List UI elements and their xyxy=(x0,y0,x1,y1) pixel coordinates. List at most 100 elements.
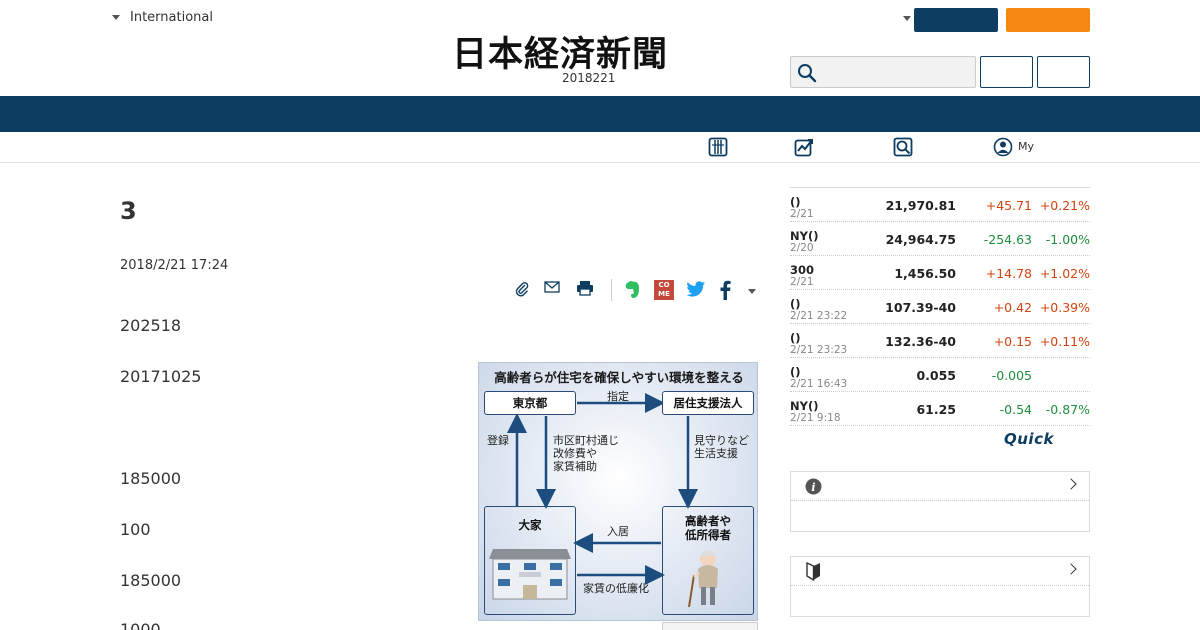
market-percent: +0.39% xyxy=(1039,300,1090,315)
market-change: +0.15 xyxy=(993,334,1032,349)
market-name: () xyxy=(790,297,801,311)
market-value: 1,456.50 xyxy=(894,266,956,281)
market-time: 2/21 23:22 xyxy=(790,310,848,322)
user-circle-icon[interactable] xyxy=(993,137,1013,157)
market-name: NY() xyxy=(790,229,819,243)
label-register: 登録 xyxy=(487,434,509,447)
market-change: -0.005 xyxy=(991,368,1032,383)
chart-icon[interactable] xyxy=(794,137,814,157)
market-row[interactable]: () 2/21 21,970.81 +45.71 +0.21% xyxy=(790,188,1090,222)
market-row[interactable]: () 2/21 16:43 0.055 -0.005 xyxy=(790,358,1090,392)
search-input[interactable] xyxy=(790,56,976,88)
market-change: -0.54 xyxy=(999,402,1032,417)
market-row[interactable]: NY() 2/21 9:18 61.25 -0.54 -0.87% xyxy=(790,392,1090,426)
article-headline: 3 xyxy=(120,197,137,225)
market-name: NY() xyxy=(790,399,819,413)
label-support-line1: 見守りなど xyxy=(694,434,749,447)
twitter-icon[interactable] xyxy=(686,281,706,298)
market-row[interactable]: NY() 2/20 24,964.75 -254.63 -1.00% xyxy=(790,222,1090,256)
market-row[interactable]: () 2/21 23:22 107.39-40 +0.42 +0.39% xyxy=(790,290,1090,324)
box-owner: 大家 xyxy=(484,506,576,615)
region-selector[interactable]: International xyxy=(112,10,213,25)
article-paragraph: 202518 xyxy=(120,316,182,335)
market-value: 61.25 xyxy=(916,402,956,417)
region-label: International xyxy=(130,10,213,25)
box-elderly-line1: 高齢者や xyxy=(685,514,731,528)
market-value: 107.39-40 xyxy=(885,300,956,315)
grid-icon[interactable] xyxy=(708,137,728,157)
chevron-down-icon[interactable] xyxy=(903,16,911,21)
market-time: 2/21 23:23 xyxy=(790,344,848,356)
print-icon[interactable] xyxy=(576,280,594,296)
search-icon xyxy=(798,64,817,83)
mail-icon[interactable] xyxy=(544,280,560,294)
come-icon[interactable]: CO ME xyxy=(654,280,674,300)
label-support-line2: 生活支援 xyxy=(694,447,738,460)
chevron-right-icon xyxy=(1065,478,1077,490)
share-divider xyxy=(611,279,612,301)
article-paragraph: 185000 xyxy=(120,469,182,488)
beginner-panel[interactable] xyxy=(790,556,1090,617)
header-outline-button-2[interactable] xyxy=(1037,56,1090,88)
market-row[interactable]: 300 2/21 1,456.50 +14.78 +1.02% xyxy=(790,256,1090,290)
market-row[interactable]: () 2/21 23:23 132.36-40 +0.15 +0.11% xyxy=(790,324,1090,358)
label-subsidy: 市区町村通じ 改修費や 家賃補助 xyxy=(553,434,619,473)
article-figure[interactable]: 高齢者らが住宅を確保しやすい環境を整える 東京都 居住支援法人 大家 高齢者や … xyxy=(478,362,758,621)
market-change: +0.42 xyxy=(993,300,1032,315)
market-percent: -1.00% xyxy=(1045,232,1090,247)
info-panel[interactable]: i xyxy=(790,471,1090,532)
quick-logo[interactable]: Quick xyxy=(1004,430,1054,448)
beginner-panel-header[interactable] xyxy=(791,557,1089,586)
subscribe-button[interactable] xyxy=(1006,8,1090,32)
figure-expand-tab[interactable] xyxy=(662,622,758,630)
article-date: 2018/2/21 17:24 xyxy=(120,258,229,273)
box-elderly-line2: 低所得者 xyxy=(685,528,731,542)
market-change: -254.63 xyxy=(983,232,1032,247)
chevron-down-icon xyxy=(112,15,120,20)
box-elderly: 高齢者や 低所得者 xyxy=(662,506,754,615)
chevron-right-icon xyxy=(1065,563,1077,575)
market-percent: +0.11% xyxy=(1039,334,1090,349)
header-date: 2018221 xyxy=(562,71,616,85)
market-name: () xyxy=(790,331,801,345)
label-rent: 家賃の低廉化 xyxy=(583,582,649,595)
chevron-down-icon[interactable] xyxy=(748,289,756,294)
info-panel-header[interactable]: i xyxy=(791,472,1089,501)
market-value: 21,970.81 xyxy=(885,198,956,213)
market-time: 2/21 xyxy=(790,276,814,288)
label-subsidy-line1: 市区町村通じ xyxy=(553,434,619,447)
facebook-icon[interactable] xyxy=(718,280,732,300)
box-support-corp: 居住支援法人 xyxy=(662,391,754,415)
svg-text:i: i xyxy=(811,481,815,494)
article-paragraph: 185000 xyxy=(120,571,182,590)
header-outline-button-1[interactable] xyxy=(980,56,1033,88)
label-movein: 入居 xyxy=(607,525,629,538)
market-time: 2/21 9:18 xyxy=(790,412,841,424)
site-logo[interactable]: 日本経済新聞 xyxy=(452,26,668,77)
market-time: 2/20 xyxy=(790,242,814,254)
market-time: 2/21 16:43 xyxy=(790,378,848,390)
market-value: 24,964.75 xyxy=(885,232,956,247)
evernote-icon[interactable] xyxy=(623,280,641,300)
market-table: () 2/21 21,970.81 +45.71 +0.21% NY() 2/20 24,96… xyxy=(790,187,1090,426)
market-name: 300 xyxy=(790,263,815,277)
label-subsidy-line3: 家賃補助 xyxy=(553,460,597,473)
market-value: 132.36-40 xyxy=(885,334,956,349)
login-button[interactable] xyxy=(914,8,998,32)
article-paragraph: 100 xyxy=(120,520,151,539)
clip-icon[interactable] xyxy=(514,281,530,297)
search-doc-icon[interactable] xyxy=(893,137,913,157)
label-subsidy-line2: 改修費や xyxy=(553,447,597,460)
beginner-mark-icon xyxy=(806,562,820,581)
market-change: +14.78 xyxy=(985,266,1032,281)
market-percent: +1.02% xyxy=(1039,266,1090,281)
market-percent: +0.21% xyxy=(1039,198,1090,213)
market-name: () xyxy=(790,365,801,379)
label-designate: 指定 xyxy=(607,390,629,403)
info-icon: i xyxy=(805,478,822,495)
box-tokyo: 東京都 xyxy=(484,391,576,415)
market-time: 2/21 xyxy=(790,208,814,220)
main-navbar xyxy=(0,96,1200,132)
my-menu-label[interactable]: My xyxy=(1018,140,1034,153)
label-support: 見守りなど 生活支援 xyxy=(694,434,749,460)
